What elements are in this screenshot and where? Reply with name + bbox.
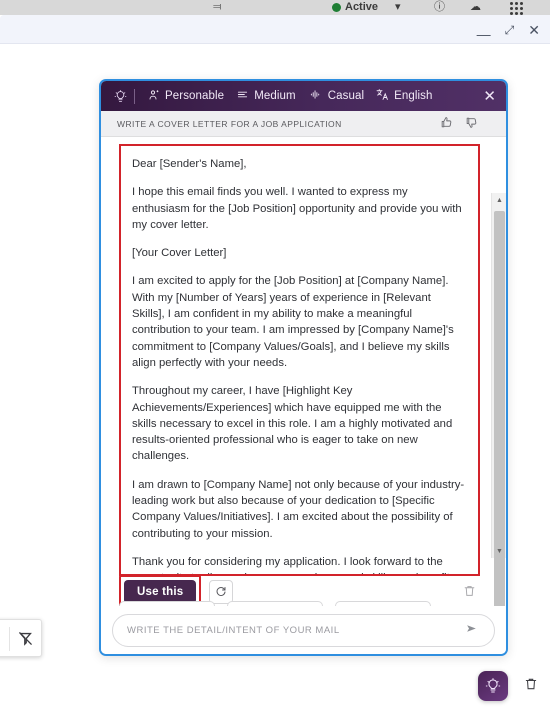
length-medium-label: Medium	[254, 90, 296, 102]
language-english-button[interactable]: English	[370, 85, 438, 107]
chevron-down-icon[interactable]: ▾	[395, 0, 401, 14]
thumbs-down-icon[interactable]	[465, 116, 478, 131]
status-dot	[332, 3, 341, 12]
left-floating-widget[interactable]	[0, 619, 42, 657]
tone-personable-label: Personable	[165, 90, 225, 102]
window-title-bar: — ⤢ ✕	[0, 15, 550, 44]
style-casual-label: Casual	[327, 90, 365, 102]
delete-result-icon[interactable]	[463, 584, 480, 601]
scroll-up-arrow-icon[interactable]: ▲	[492, 193, 506, 207]
close-modal-button[interactable]: ✕	[479, 89, 500, 104]
thumbs-up-icon[interactable]	[440, 116, 453, 131]
help-icon[interactable]: ⓘ	[434, 0, 445, 14]
minimize-button[interactable]: —	[477, 27, 491, 41]
letter-paragraph: I hope this email finds you well. I want…	[132, 186, 462, 231]
status-active-label: Active	[345, 1, 379, 13]
person-icon	[148, 89, 160, 104]
page-background	[0, 659, 550, 719]
generated-letter-text: Dear [Sender's Name], I hope this email …	[121, 146, 478, 574]
letter-paragraph: Throughout my career, I have [Highlight …	[132, 385, 453, 463]
prompt-text: WRITE A COVER LETTER FOR A JOB APPLICATI…	[117, 118, 342, 129]
prompt-header-row: WRITE A COVER LETTER FOR A JOB APPLICATI…	[101, 111, 506, 137]
letter-paragraph: Dear [Sender's Name],	[132, 158, 247, 170]
waveform-icon	[308, 89, 323, 103]
modal-toolbar: Personable Medium Casual English ✕	[101, 81, 506, 111]
floating-action-row	[478, 671, 538, 701]
content-scrollbar[interactable]: ▲ ▼	[491, 193, 506, 606]
window-controls: — ⤢ ✕	[477, 15, 540, 44]
modal-footer: WRITE THE DETAIL/INTENT OF YOUR MAIL	[101, 606, 506, 654]
translate-icon	[376, 88, 389, 104]
close-window-button[interactable]: ✕	[528, 23, 540, 37]
assistant-lightbulb-button[interactable]	[478, 671, 508, 701]
send-icon[interactable]	[464, 622, 480, 638]
ai-writer-modal: Personable Medium Casual English ✕ WRITE…	[99, 79, 508, 656]
tone-personable-button[interactable]: Personable	[142, 86, 230, 107]
widget-divider	[9, 627, 10, 651]
toolbar-divider	[134, 88, 135, 104]
letter-paragraph: I am drawn to [Company Name] not only be…	[132, 478, 465, 540]
cloud-icon[interactable]: ☁	[470, 0, 481, 14]
bg-chip-icon: ⫤	[213, 1, 222, 13]
restore-button[interactable]: ⤢	[505, 24, 515, 36]
letter-paragraph: [Your Cover Letter]	[132, 247, 227, 260]
generated-letter-frame: Dear [Sender's Name], I hope this email …	[119, 144, 480, 576]
delete-conversation-icon[interactable]	[524, 676, 538, 696]
style-casual-button[interactable]: Casual	[302, 86, 370, 106]
feedback-icons	[440, 116, 496, 131]
crossed-pen-icon[interactable]	[17, 630, 34, 647]
modal-body: Dear [Sender's Name], I hope this email …	[101, 137, 506, 606]
mail-intent-placeholder: WRITE THE DETAIL/INTENT OF YOUR MAIL	[127, 624, 340, 636]
length-medium-button[interactable]: Medium	[230, 86, 302, 106]
apps-grid-icon[interactable]	[510, 2, 523, 15]
scroll-down-arrow-icon[interactable]: ▼	[492, 544, 506, 558]
mail-intent-field[interactable]: WRITE THE DETAIL/INTENT OF YOUR MAIL	[112, 613, 495, 647]
letter-paragraph: I am excited to apply for the [Job Posit…	[132, 275, 454, 369]
lightbulb-icon	[109, 89, 131, 104]
background-app-strip: ⫤ Active ▾ ⓘ ☁	[0, 0, 550, 15]
language-english-label: English	[394, 90, 433, 102]
lines-icon	[236, 89, 249, 103]
